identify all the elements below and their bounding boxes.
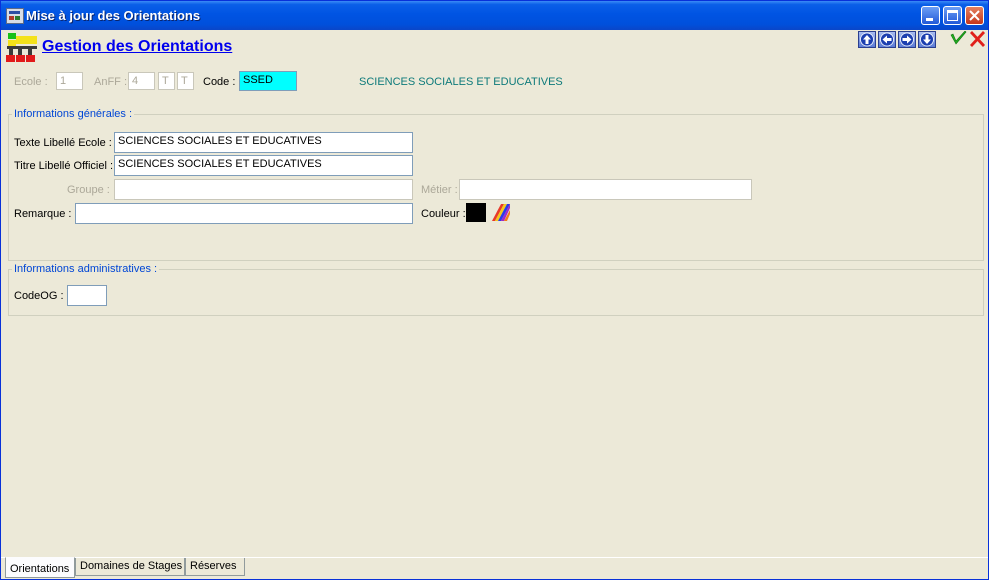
anff-field[interactable]: 4 [128,72,155,90]
nav-down-button[interactable] [918,31,936,48]
admin-info-group [8,269,984,316]
nav-up-button[interactable] [858,31,876,48]
color-picker-icon[interactable] [491,203,511,222]
titre-libelle-field[interactable]: SCIENCES SOCIALES ET EDUCATIVES [114,155,413,176]
groupe-field[interactable] [114,179,413,200]
minimize-button[interactable] [921,6,940,25]
codeog-field[interactable] [67,285,107,306]
remarque-label: Remarque : [14,208,72,220]
remarque-field[interactable] [75,203,413,224]
app-icon [6,8,24,24]
code-label: Code : [203,76,236,88]
anff-t2-field[interactable]: T [177,72,194,90]
window-title: Mise à jour des Orientations [26,8,201,23]
codeog-label: CodeOG : [14,290,64,302]
ecole-field[interactable]: 1 [56,72,83,90]
anff-label: AnFF : [94,76,128,88]
tab-reserves[interactable]: Réserves [185,558,245,576]
main-window: Mise à jour des Orientations Gestion des… [0,0,989,580]
admin-info-title: Informations administratives : [12,263,160,275]
groupe-label: Groupe : [67,184,110,196]
nav-left-button[interactable] [878,31,896,48]
texte-libelle-field[interactable]: SCIENCES SOCIALES ET EDUCATIVES [114,132,413,153]
maximize-button[interactable] [943,6,962,25]
texte-libelle-label: Texte Libellé Ecole : [14,137,112,149]
code-field[interactable]: SSED [239,71,297,91]
close-icon [969,10,980,21]
check-icon[interactable] [950,31,967,48]
page-title[interactable]: Gestion des Orientations [42,38,232,56]
tab-domaines-de-stages[interactable]: Domaines de Stages [75,558,185,576]
minimize-icon [926,18,933,21]
ecole-label: Ecole : [14,76,48,88]
couleur-label: Couleur : [421,208,466,220]
arrow-left-icon [880,32,894,47]
metier-field[interactable] [459,179,752,200]
metier-label: Métier : [421,184,458,196]
arrow-up-icon [860,32,874,47]
anff-t1-field[interactable]: T [158,72,175,90]
titre-libelle-label: Titre Libellé Officiel : [14,160,114,172]
code-description: SCIENCES SOCIALES ET EDUCATIVES [359,76,563,88]
general-info-title: Informations générales : [12,108,135,120]
title-bar[interactable]: Mise à jour des Orientations [1,1,988,30]
nav-right-button[interactable] [898,31,916,48]
close-window-button[interactable] [965,6,984,25]
arrow-down-icon [920,32,934,47]
tab-orientations[interactable]: Orientations [5,557,75,578]
close-icon[interactable] [969,31,986,48]
orientation-logo-icon [6,32,37,62]
color-swatch[interactable] [466,203,486,222]
arrow-right-icon [900,32,914,47]
maximize-icon [947,10,958,21]
